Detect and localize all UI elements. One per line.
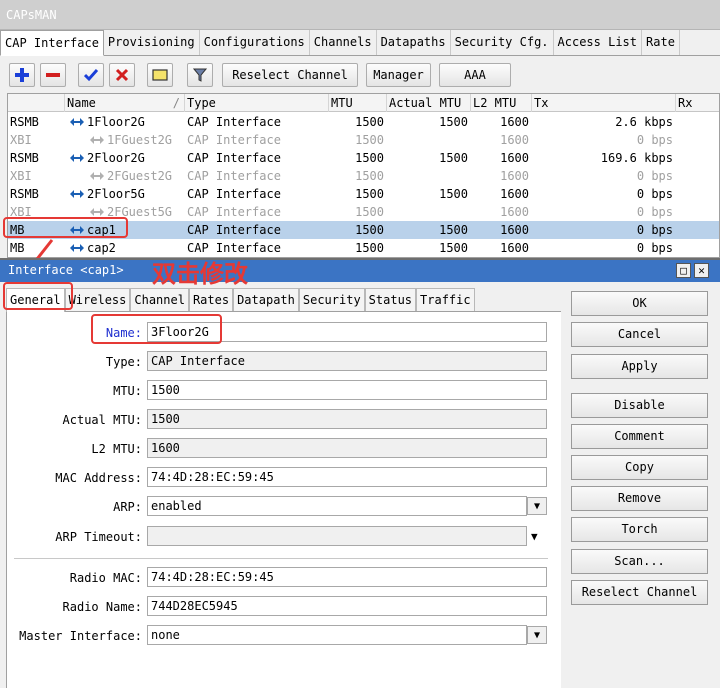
dialog-tabs: General Wireless Channel Rates Datapath Secur…: [6, 288, 561, 312]
tab-datapath[interactable]: Datapath: [233, 288, 299, 311]
actual-mtu-label: Actual MTU:: [62, 413, 142, 427]
maximize-icon[interactable]: □: [676, 263, 691, 278]
comment-button[interactable]: Comment: [571, 424, 708, 449]
separator: [14, 558, 548, 559]
close-icon[interactable]: ✕: [694, 263, 709, 278]
radio-name-input[interactable]: 744D28EC5945: [147, 596, 547, 616]
scan-button[interactable]: Scan...: [571, 549, 708, 574]
l2-mtu-label: L2 MTU:: [91, 442, 142, 456]
type-field: CAP Interface: [147, 351, 547, 371]
mtu-label: MTU:: [113, 384, 142, 398]
disable-button[interactable]: Disable: [571, 393, 708, 418]
master-interface-select[interactable]: none: [147, 625, 527, 645]
radio-name-label: Radio Name:: [62, 600, 142, 614]
tab-traffic[interactable]: Traffic: [416, 288, 475, 311]
mtu-input[interactable]: 1500: [147, 380, 547, 400]
reselect-channel-button[interactable]: Reselect Channel: [571, 580, 708, 605]
cancel-button[interactable]: Cancel: [571, 322, 708, 347]
tab-wireless[interactable]: Wireless: [64, 288, 131, 311]
label-column: Name: Type: MTU: Actual MTU: L2 MTU: MAC…: [7, 312, 142, 688]
l2-mtu-field: 1600: [147, 438, 547, 458]
radio-mac-input[interactable]: 74:4D:28:EC:59:45: [147, 567, 547, 587]
tab-security[interactable]: Security: [298, 288, 365, 311]
annotation-label: 双击修改: [152, 260, 248, 288]
actual-mtu-field: 1500: [147, 409, 547, 429]
copy-button[interactable]: Copy: [571, 455, 708, 480]
arp-timeout-expand-icon[interactable]: ▼: [531, 530, 538, 543]
dialog-title: Interface <cap1>: [0, 260, 720, 282]
type-label: Type:: [105, 355, 142, 369]
tab-channel[interactable]: Channel: [130, 288, 189, 311]
master-interface-label: Master Interface:: [19, 629, 142, 643]
annotation-highlight-name-field: [91, 314, 222, 344]
arp-timeout-field[interactable]: [147, 526, 527, 546]
remove-button[interactable]: Remove: [571, 486, 708, 511]
tab-rates[interactable]: Rates: [188, 288, 234, 311]
annotation-highlight-general-tab: [3, 282, 73, 310]
torch-button[interactable]: Torch: [571, 517, 708, 542]
radio-mac-label: Radio MAC:: [69, 571, 142, 585]
arp-timeout-label: ARP Timeout:: [55, 530, 142, 544]
arp-dropdown-icon[interactable]: ▼: [527, 497, 547, 515]
apply-button[interactable]: Apply: [571, 354, 708, 379]
mac-address-input[interactable]: 74:4D:28:EC:59:45: [147, 467, 547, 487]
master-interface-dropdown-icon[interactable]: ▼: [527, 626, 547, 644]
capsman-window: CAPsMAN CAP Interface Provisioning Configu…: [0, 0, 720, 688]
ok-button[interactable]: OK: [571, 291, 708, 316]
tab-status[interactable]: Status: [364, 288, 417, 311]
mac-address-label: MAC Address:: [55, 471, 142, 485]
arp-select[interactable]: enabled: [147, 496, 527, 516]
arp-label: ARP:: [113, 500, 142, 514]
